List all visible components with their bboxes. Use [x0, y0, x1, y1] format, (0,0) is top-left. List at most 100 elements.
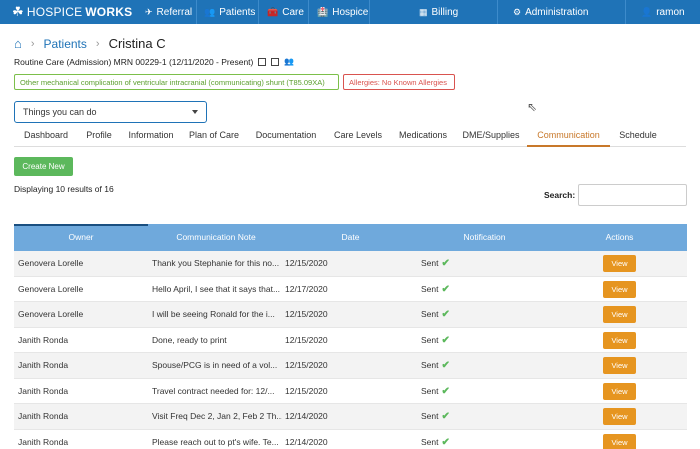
cell-note: Thank you Stephanie for this no... [152, 258, 280, 268]
col-date[interactable]: Date [284, 224, 417, 251]
table-row: Genovera Lorelle I will be seeing Ronald… [14, 302, 687, 328]
nav-administration-label: Administration [525, 6, 589, 18]
tab-information[interactable]: Information [121, 126, 181, 147]
cell-date: 12/15/2020 [285, 309, 328, 319]
hospital-icon: 🏥 [317, 6, 329, 17]
table-row: Genovera Lorelle Hello April, I see that… [14, 277, 687, 302]
cell-notification: Sent ✔ [421, 360, 450, 371]
nav-billing-label: Billing [431, 6, 459, 18]
nav-care-label: Care [282, 6, 304, 18]
col-actions: Actions [605, 232, 634, 242]
cell-owner: Genovera Lorelle [18, 283, 84, 294]
home-icon[interactable]: ⌂ [14, 36, 22, 51]
nav-patients[interactable]: 👥 Patients [204, 0, 255, 24]
col-notification[interactable]: Notification [417, 224, 552, 251]
nav-referral-label: Referral [156, 6, 193, 18]
nav-referral[interactable]: ✈ Referral [145, 0, 192, 24]
col-owner[interactable]: Owner [14, 224, 148, 251]
check-icon: ✔ [441, 258, 450, 269]
users-icon: 👥 [204, 6, 216, 17]
diagnosis-tag: Other mechanical complication of ventric… [14, 74, 339, 90]
cell-owner: Janith Ronda [18, 411, 69, 421]
cell-note: Spouse/PCG is in need of a vol... [152, 360, 278, 370]
user-icon: 👤 [641, 6, 653, 17]
mouse-cursor-icon: ⇖ [527, 100, 538, 114]
care-line: Routine Care (Admission) MRN 00229-1 (12… [14, 57, 294, 67]
col-communication-note[interactable]: Communication Note [148, 224, 284, 251]
tab-dme-supplies[interactable]: DME/Supplies [456, 126, 526, 147]
brand-bold: WORKS [85, 5, 133, 19]
breadcrumb-patients[interactable]: Patients [44, 37, 87, 51]
nav-user-menu[interactable]: 👤 ramon [641, 0, 685, 24]
cell-owner: Janith Ronda [18, 334, 69, 345]
plane-icon: ✈ [145, 6, 153, 17]
results-count: Displaying 10 results of 16 [14, 184, 114, 194]
cell-date: 12/15/2020 [285, 258, 328, 268]
view-button[interactable]: View [603, 382, 636, 400]
cell-notification: Sent ✔ [421, 283, 450, 295]
cell-date: 12/14/2020 [285, 411, 328, 421]
document-icon[interactable] [271, 58, 280, 66]
table-row: Janith Ronda Spouse/PCG is in need of a … [14, 353, 687, 379]
care-line-text: Routine Care (Admission) MRN 00229-1 (12… [14, 57, 254, 67]
nav-administration[interactable]: ⚙ Administration [513, 0, 588, 24]
cell-notification: Sent ✔ [421, 411, 450, 422]
family-icon[interactable]: 👥 [284, 58, 294, 66]
view-button[interactable]: View [603, 306, 636, 323]
cell-date: 12/14/2020 [285, 436, 328, 447]
view-button[interactable]: View [603, 357, 636, 374]
breadcrumb-current: Cristina C [108, 36, 166, 51]
bed-icon[interactable] [258, 58, 267, 66]
view-button[interactable]: View [603, 433, 636, 449]
view-button[interactable]: View [603, 255, 636, 272]
brand-logo[interactable]: ☘ HOSPICE WORKS [12, 0, 132, 24]
gear-icon: ⚙ [513, 6, 522, 17]
tab-documentation[interactable]: Documentation [247, 126, 325, 147]
breadcrumb: ⌂ › Patients › Cristina C [14, 36, 166, 51]
cell-notification: Sent ✔ [421, 334, 450, 346]
search-input[interactable] [578, 184, 687, 206]
cell-note: I will be seeing Ronald for the i... [152, 309, 275, 319]
tab-schedule[interactable]: Schedule [611, 126, 665, 147]
tab-profile[interactable]: Profile [78, 126, 120, 147]
check-icon: ✔ [441, 360, 450, 371]
cell-date: 12/15/2020 [285, 385, 328, 396]
cell-note: Please reach out to pt's wife. Te... [152, 436, 279, 447]
table-header: Owner Communication Note Date Notificati… [14, 224, 687, 251]
tab-medications[interactable]: Medications [391, 126, 455, 147]
communication-table: Owner Communication Note Date Notificati… [14, 224, 687, 449]
allergy-tag: Allergies: No Known Allergies [343, 74, 455, 90]
things-you-can-do-select[interactable]: Things you can do [14, 101, 207, 123]
search-label: Search: [544, 190, 576, 200]
chevron-right-icon: › [95, 37, 100, 50]
cell-notification: Sent ✔ [421, 385, 450, 397]
cell-note: Done, ready to print [152, 334, 227, 345]
tab-care-levels[interactable]: Care Levels [326, 126, 390, 147]
cell-note: Travel contract needed for: 12/... [152, 385, 275, 396]
tab-communication[interactable]: Communication [527, 126, 610, 147]
table-row: Janith Ronda Visit Freq Dec 2, Jan 2, Fe… [14, 404, 687, 430]
nav-hospice[interactable]: 🏥 Hospice [317, 0, 368, 24]
nav-user-label: ramon [656, 6, 685, 18]
cell-notification: Sent ✔ [421, 309, 450, 320]
check-icon: ✔ [441, 385, 450, 397]
select-value: Things you can do [23, 107, 97, 117]
nav-billing[interactable]: ▦ Billing [419, 0, 458, 24]
view-button[interactable]: View [603, 280, 636, 298]
cell-date: 12/15/2020 [285, 334, 328, 345]
check-icon: ✔ [441, 283, 450, 295]
check-icon: ✔ [441, 309, 450, 320]
nav-care[interactable]: 🧰 Care [267, 0, 304, 24]
cell-date: 12/17/2020 [285, 283, 328, 294]
view-button[interactable]: View [603, 408, 636, 425]
cell-notification: Sent ✔ [421, 258, 450, 269]
view-button[interactable]: View [603, 331, 636, 349]
brand-prefix: HOSPICE [26, 5, 83, 19]
medkit-icon: 🧰 [267, 6, 279, 17]
tab-dashboard[interactable]: Dashboard [14, 126, 78, 147]
table-row: Genovera Lorelle Thank you Stephanie for… [14, 251, 687, 277]
tab-plan-of-care[interactable]: Plan of Care [181, 126, 247, 147]
table-row: Janith Ronda Done, ready to print 12/15/… [14, 328, 687, 353]
cell-owner: Janith Ronda [18, 436, 69, 447]
create-new-button[interactable]: Create New [14, 157, 73, 176]
